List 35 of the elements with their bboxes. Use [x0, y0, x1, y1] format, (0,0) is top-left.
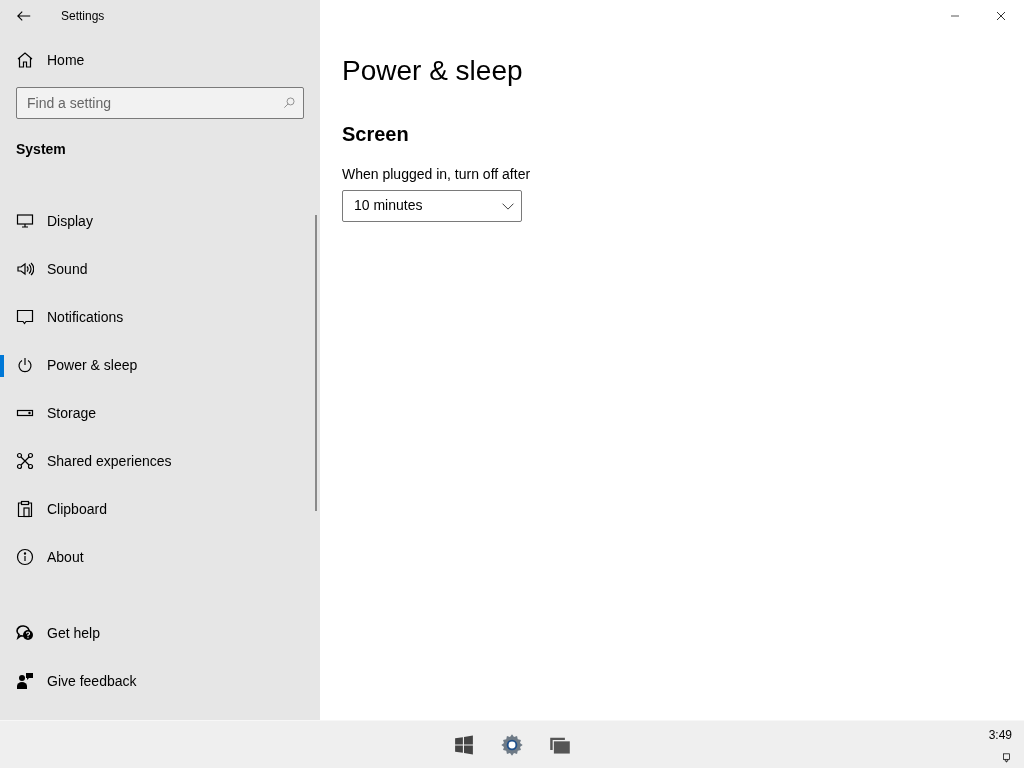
sidebar-item[interactable]: Storage [0, 389, 320, 437]
sidebar-item[interactable]: Display [0, 197, 320, 245]
power-icon [16, 356, 34, 374]
search-icon [282, 96, 296, 110]
section-heading: System [15, 140, 67, 159]
clipboard-icon [16, 500, 34, 518]
page-title: Power & sleep [342, 54, 524, 88]
home-icon [16, 51, 34, 69]
info-icon [16, 548, 34, 566]
sidebar-link[interactable]: Give feedback [0, 657, 320, 705]
network-nodes-icon [16, 452, 34, 470]
windows-logo-icon [454, 734, 474, 755]
search-field[interactable]: Find a setting [16, 87, 304, 119]
monitor-icon [16, 212, 34, 230]
help-chat-icon [16, 624, 34, 642]
gear-icon [500, 732, 524, 757]
power-plug-icon [1001, 752, 1012, 763]
timeout-dropdown[interactable]: 10 minutes [342, 189, 522, 222]
speech-bubble-icon [16, 308, 34, 326]
speaker-icon [16, 260, 34, 278]
sidebar-item[interactable]: Power & sleep [0, 341, 320, 389]
section-title: Screen [342, 121, 410, 146]
window-title: Settings [61, 8, 105, 25]
sidebar-item[interactable]: Clipboard [0, 485, 320, 533]
clock-time: 3:49 [988, 727, 1012, 744]
back-arrow-icon [16, 8, 32, 24]
setting-label: When plugged in, turn off after [342, 164, 532, 184]
sidebar-item[interactable]: Notifications [0, 293, 320, 341]
sidebar-item[interactable]: About [0, 533, 320, 581]
scrollbar[interactable] [315, 215, 317, 511]
close-icon [995, 10, 1007, 22]
person-feedback-icon [16, 672, 34, 690]
home-link[interactable]: Home [0, 40, 320, 80]
sidebar-item[interactable]: Sound [0, 245, 320, 293]
sidebar-link[interactable]: Get help [0, 609, 320, 657]
